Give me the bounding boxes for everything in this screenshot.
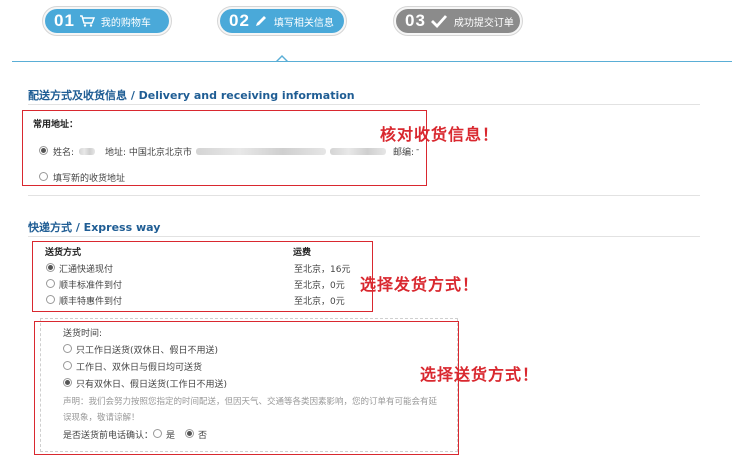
express-col-fee: 运费 [293,248,312,258]
delivery-notice-line2: 误现象，敬请谅解！ [63,413,140,423]
delivery-radio-weekend[interactable] [63,378,72,387]
express-radio-sf-discount[interactable] [46,295,55,304]
redacted-phone [330,148,386,155]
address-name-label: 姓名: [53,148,75,158]
phone-confirm-yes-radio[interactable] [153,429,162,438]
annotation-choose-delivery: 选择送货方式！ [420,365,540,384]
pencil-icon [254,14,268,28]
address-zip-value: - [416,145,420,155]
annotation-choose-express: 选择发货方式！ [360,275,480,294]
step-divider [12,61,732,62]
phone-confirm-no-radio[interactable] [185,429,194,438]
step-number: 03 [405,11,426,30]
express-option-fee: 至北京，16元 [294,265,351,275]
delivery-time-label: 送货时间: [63,329,103,339]
express-option-label: 顺丰特惠件到付 [59,297,123,307]
address-addr-label: 地址: 中国北京北京市 [105,148,192,158]
express-option-label: 顺丰标准件到付 [59,281,123,291]
new-address-radio[interactable] [39,172,48,181]
delivery-notice-line1: 声明：我们会努力按照您指定的时间配送，但因天气、交通等各类因素影响，您的订单有可… [63,397,438,407]
express-section-title: 快递方式 / Express way [28,221,161,234]
step-number: 01 [54,11,75,30]
section-divider [28,195,700,196]
redacted-address [196,148,326,155]
step-label: 成功提交订单 [453,17,514,29]
express-radio-sf-standard[interactable] [46,279,55,288]
step-3-submit[interactable]: 03 成功提交订单 [396,9,520,33]
express-col-method: 送货方式 [45,248,82,258]
delivery-option-label: 只有双休日、假日送货(工作日不用送) [76,380,228,390]
delivery-option-label: 工作日、双休日与假日均可送货 [76,363,203,373]
check-icon [430,14,448,28]
redacted-name [79,148,95,155]
delivery-radio-weekday[interactable] [63,344,72,353]
express-option-fee: 至北京，0元 [294,281,345,291]
delivery-section-title: 配送方式及收货信息 / Delivery and receiving infor… [28,89,355,102]
delivery-option-label: 只工作日送货(双休日、假日不用送) [76,346,219,356]
express-radio-huitong[interactable] [46,263,55,272]
step-number: 02 [229,11,250,30]
step-label: 填写相关信息 [273,17,334,29]
cart-icon [79,14,95,28]
section-divider [28,104,700,105]
delivery-radio-anytime[interactable] [63,361,72,370]
step-2-fill-info[interactable]: 02 填写相关信息 [220,9,344,33]
step-1-cart[interactable]: 01 我的购物车 [45,9,169,33]
common-address-label: 常用地址： [33,120,79,130]
section-divider [28,236,700,237]
phone-confirm-yes-label: 是 [166,431,176,441]
phone-confirm-no-label: 否 [198,431,208,441]
express-option-fee: 至北京，0元 [294,297,345,307]
express-option-label: 汇通快递现付 [59,265,114,275]
step-label: 我的购物车 [100,17,151,29]
new-address-label: 填写新的收货地址 [53,174,126,184]
phone-confirm-label: 是否送货前电话确认： [63,431,154,441]
address-zip-label: 邮编: [393,148,415,158]
annotation-check-address: 核对收货信息！ [380,125,500,144]
address-radio-default[interactable] [39,146,48,155]
